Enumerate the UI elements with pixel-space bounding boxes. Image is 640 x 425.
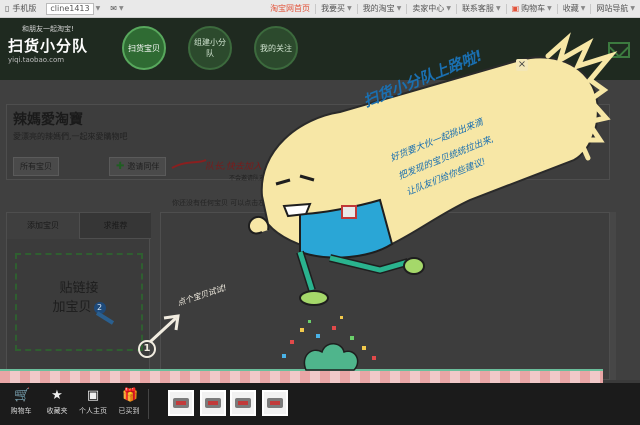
promo-illustration	[148, 32, 618, 371]
step-one-badge: 1	[138, 340, 156, 358]
promo-overlay: × 扫货小分队上路啦! 好货要大伙一起挑出来滴 把发现的宝贝统统拉出来, 让队友…	[0, 0, 640, 425]
character-badge	[341, 205, 357, 219]
close-icon[interactable]: ×	[516, 59, 528, 71]
page: ▯ 手机版 cline1413 ▼ ✉ ▼ 淘宝网首页 我要买 ▼ 我的淘宝 ▼ 卖…	[0, 0, 640, 425]
